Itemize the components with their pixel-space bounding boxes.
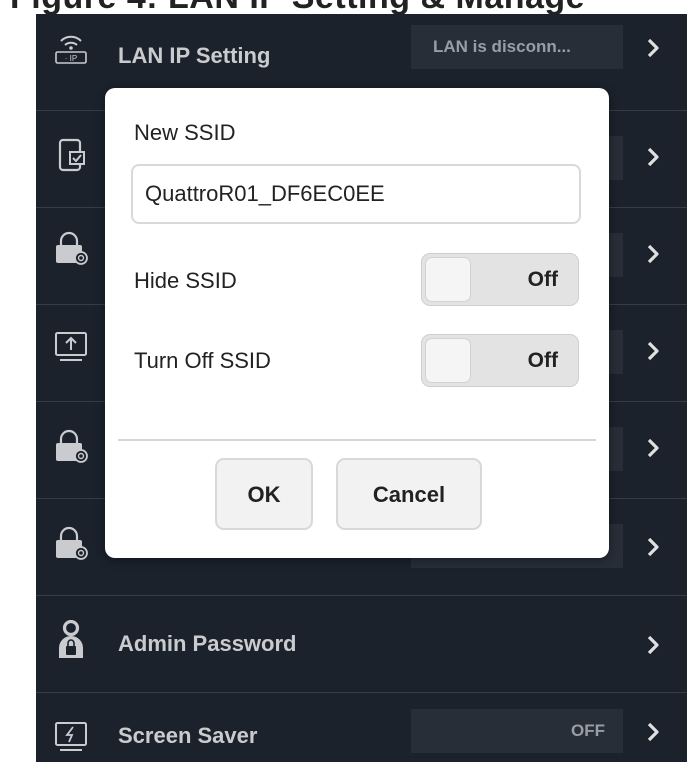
turn-off-ssid-toggle[interactable]: Off — [421, 334, 579, 387]
toggle-knob — [425, 257, 471, 302]
dialog-divider — [118, 439, 596, 441]
cropped-heading-banner: Figure 4: LAN IP Setting & Manage — [0, 0, 694, 14]
cropped-heading: Figure 4: LAN IP Setting & Manage — [10, 0, 585, 14]
cancel-button[interactable]: Cancel — [336, 458, 482, 530]
hide-ssid-label: Hide SSID — [134, 268, 237, 293]
toggle-state-label: Off — [527, 268, 558, 291]
toggle-knob — [425, 338, 471, 383]
ssid-label: New SSID — [134, 120, 236, 145]
toggle-state-label: Off — [527, 349, 558, 372]
turn-off-ssid-label: Turn Off SSID — [134, 348, 271, 373]
ok-button[interactable]: OK — [215, 458, 313, 530]
hide-ssid-toggle[interactable]: Off — [421, 253, 579, 306]
ssid-dialog: New SSID Hide SSID Off Turn Off SSID Off… — [105, 88, 609, 558]
ssid-input[interactable] — [131, 164, 581, 224]
